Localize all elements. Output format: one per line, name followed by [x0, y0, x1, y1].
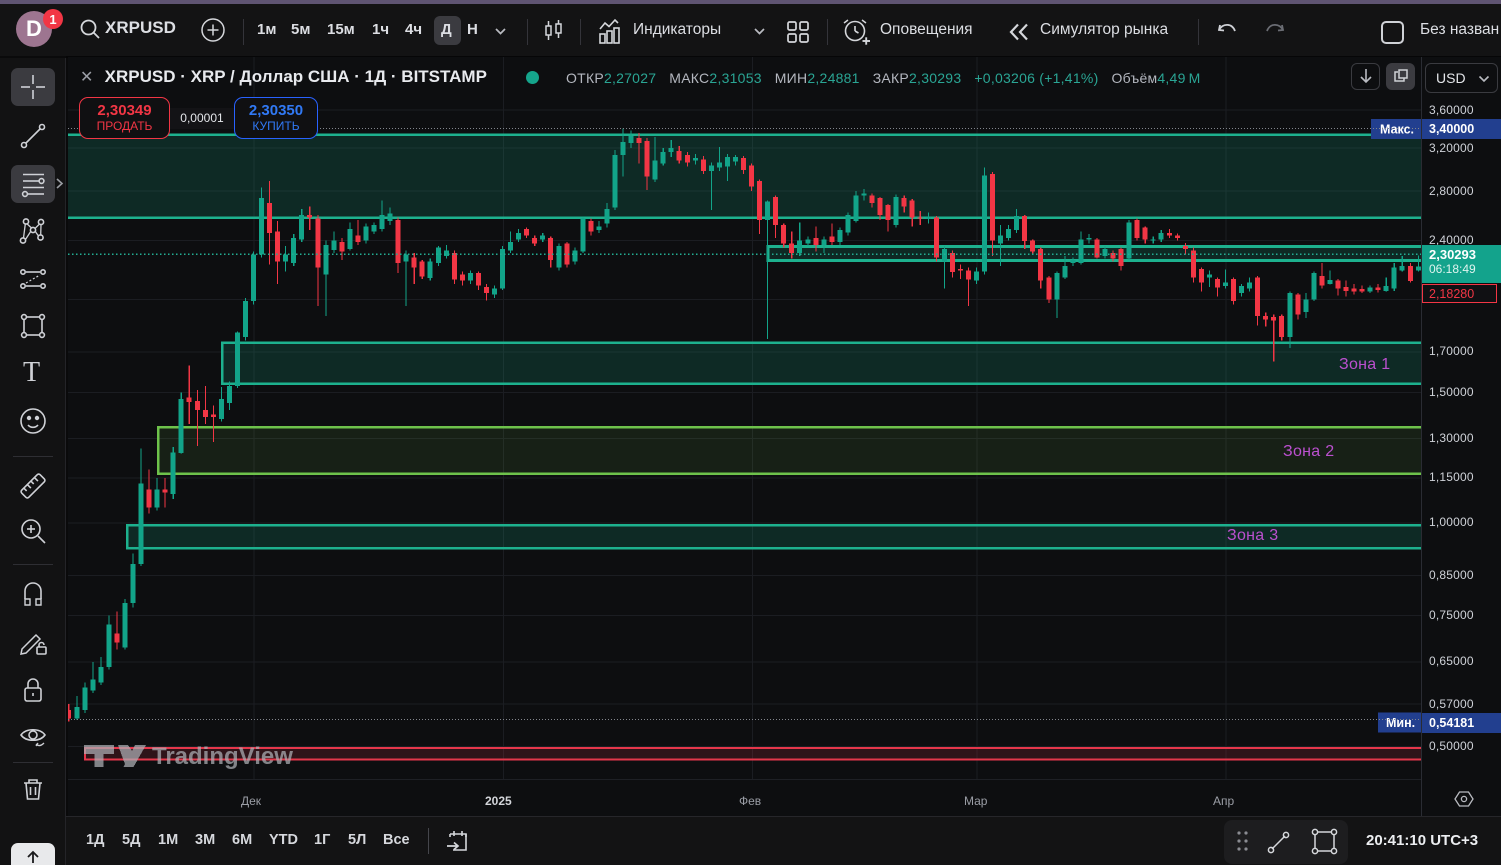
- svg-text:Мин.: Мин.: [1386, 716, 1415, 730]
- svg-text:Макс.: Макс.: [1380, 123, 1414, 137]
- svg-text:TradingView: TradingView: [152, 743, 293, 770]
